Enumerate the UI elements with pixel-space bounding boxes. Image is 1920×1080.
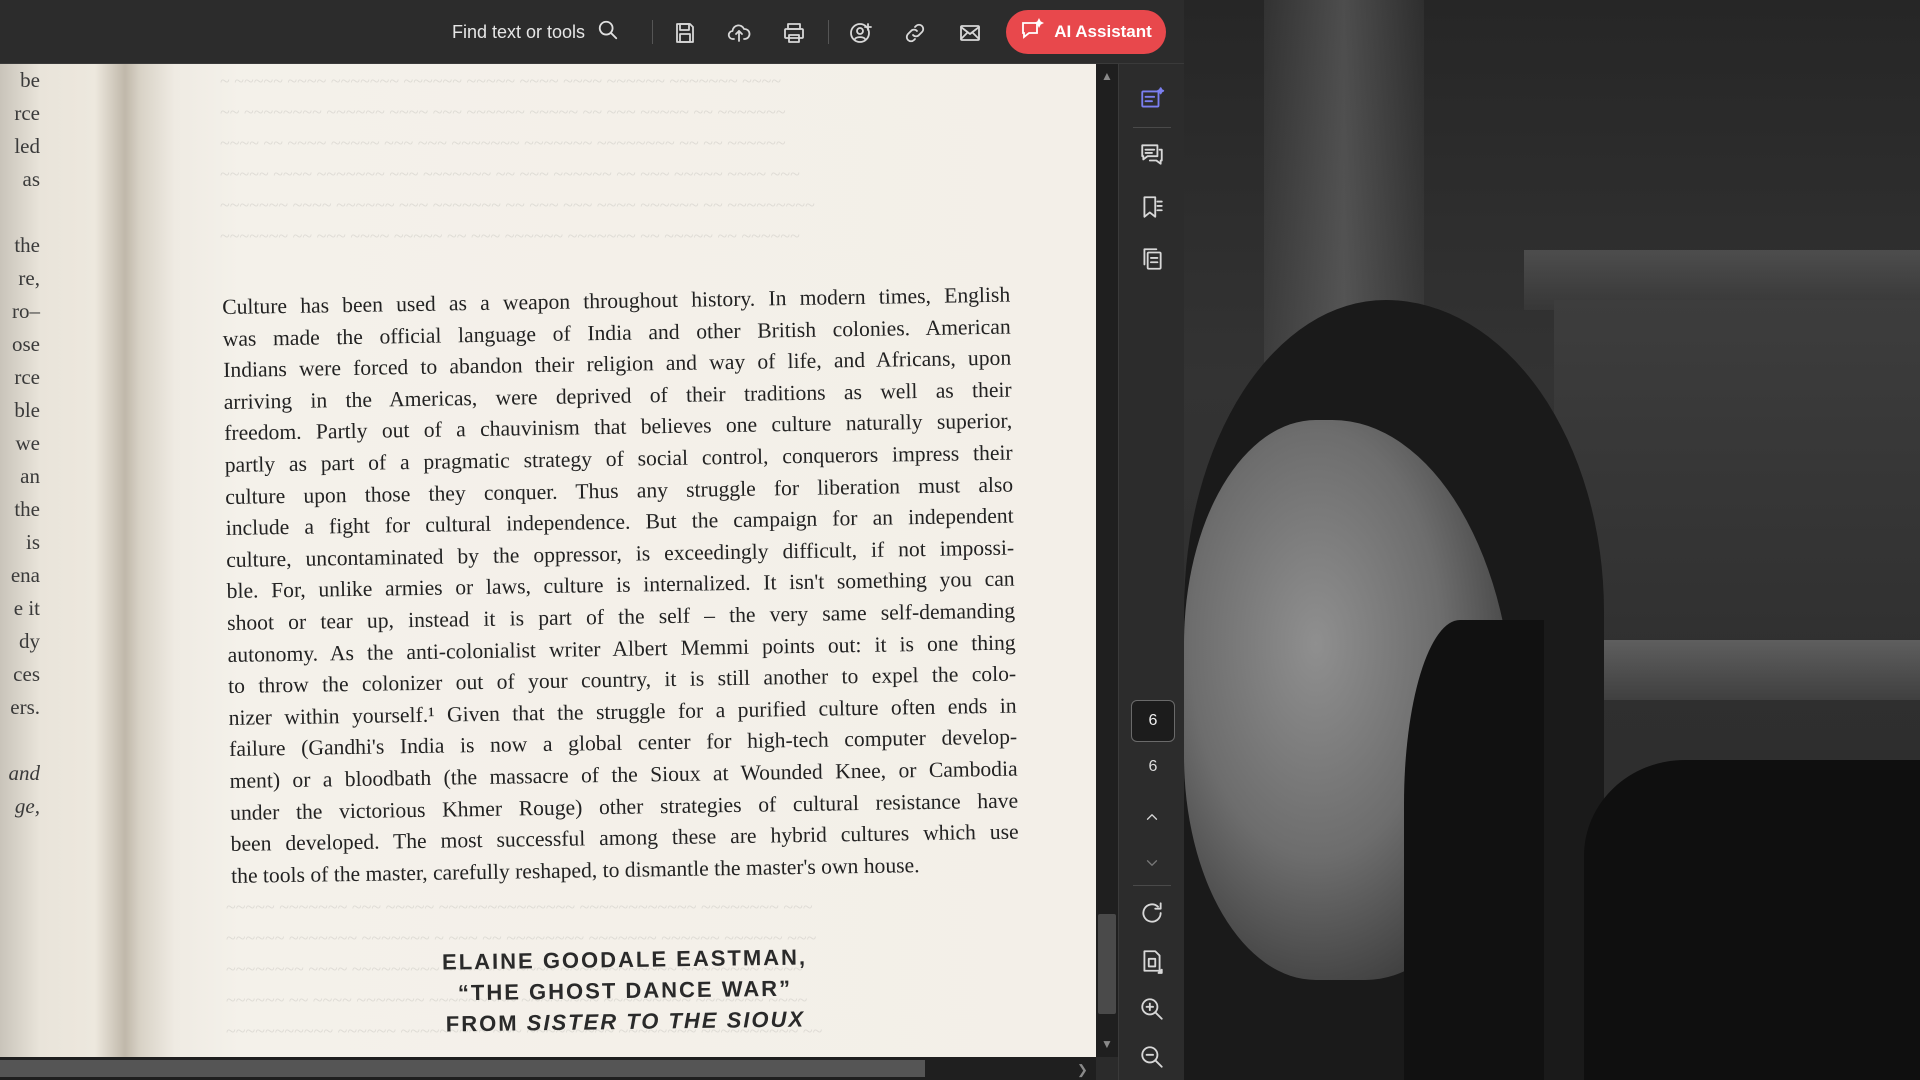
pages-icon[interactable]: [1137, 244, 1167, 274]
wall-cabinet: [1554, 300, 1920, 680]
margin-fragment: ble: [14, 398, 40, 422]
margin-fragment: dy: [19, 629, 40, 653]
webcam-video-feed: [1184, 0, 1920, 1080]
total-pages: 6: [1148, 758, 1158, 775]
mail-icon[interactable]: [955, 18, 985, 48]
body-paragraph: Culture has been used as a weapon throug…: [222, 280, 1019, 893]
margin-fragment: is: [25, 530, 40, 554]
margin-fragment: [0, 196, 40, 229]
sidebar-divider: [1133, 885, 1171, 886]
margin-fragment: ces: [13, 662, 40, 686]
person-shoulder: [1404, 620, 1544, 1080]
print-icon[interactable]: [779, 18, 809, 48]
margin-fragment: be: [20, 68, 40, 92]
margin-fragment: as: [22, 167, 41, 191]
scroll-up-arrow-icon[interactable]: ▲: [1101, 70, 1113, 82]
toolbar-divider: [828, 20, 829, 44]
heading-source-title: SISTER TO THE SIOUX: [526, 1006, 806, 1036]
margin-fragment: e it: [13, 596, 40, 620]
search-icon[interactable]: [597, 19, 619, 46]
toolbar-divider: [652, 20, 653, 44]
ai-assistant-button[interactable]: AI Assistant: [1006, 10, 1166, 54]
left-page-margin-text: be rce led as the re, ro– ose rce ble we an the is ena…: [0, 64, 41, 823]
ai-chat-icon[interactable]: [1137, 84, 1167, 114]
document-page: be rce led as the re, ro– ose rce ble we an the is ena…: [0, 64, 1096, 1057]
comment-icon[interactable]: [1137, 139, 1167, 169]
find-label: Find text or tools: [452, 21, 586, 42]
margin-fragment: rce: [14, 365, 40, 389]
ai-assistant-icon: [1020, 17, 1045, 47]
vertical-scrollbar[interactable]: ▲ ▼: [1096, 64, 1118, 1057]
zoom-in-icon[interactable]: [1137, 994, 1167, 1024]
margin-fragment: an: [20, 464, 40, 488]
horizontal-scrollbar[interactable]: ❯: [0, 1057, 1096, 1080]
margin-fragment: the: [14, 233, 40, 257]
margin-fragment: we: [15, 431, 41, 455]
previous-page-icon[interactable]: [1137, 802, 1167, 832]
page-layout-icon[interactable]: [1137, 946, 1167, 976]
margin-fragment: ers.: [10, 695, 40, 719]
margin-fragment: rce: [14, 101, 40, 125]
find-text-or-tools[interactable]: Find text or tools: [452, 18, 619, 46]
pdf-reader: Find text or tools AI Assistant be rce l…: [0, 0, 1184, 1080]
margin-fragment: ena: [10, 563, 40, 587]
margin-fragment: and: [8, 761, 41, 785]
margin-fragment: the: [14, 497, 40, 521]
zoom-out-icon[interactable]: [1137, 1042, 1167, 1072]
margin-fragment: ro–: [12, 299, 40, 323]
rotate-icon[interactable]: [1137, 898, 1167, 928]
sidebar-divider: [1133, 127, 1171, 128]
current-page-input[interactable]: 6: [1131, 700, 1175, 742]
chair: [1584, 760, 1920, 1080]
horizontal-scroll-thumb[interactable]: [0, 1060, 925, 1077]
bleed-through-text: ~ ~~~~~ ~~~~ ~~~~~~~ ~~~~~~ ~~~~~ ~~~~ ~…: [220, 71, 815, 246]
save-icon[interactable]: [670, 18, 700, 48]
share-user-icon[interactable]: [846, 18, 876, 48]
upload-icon[interactable]: [724, 18, 754, 48]
link-icon[interactable]: [900, 18, 930, 48]
right-sidebar: 6 6: [1118, 64, 1184, 1080]
vertical-scroll-thumb[interactable]: [1098, 914, 1116, 1014]
margin-fragment: ge,: [14, 794, 40, 818]
margin-fragment: led: [14, 134, 40, 158]
scroll-right-arrow-icon[interactable]: ❯: [1077, 1062, 1088, 1078]
margin-fragment: re,: [18, 266, 40, 290]
section-heading: ELAINE GOODALE EASTMAN, “THE GHOST DANCE…: [379, 941, 870, 1041]
margin-fragment: [0, 724, 40, 757]
shelf: [1574, 640, 1920, 700]
margin-fragment: ose: [12, 332, 40, 356]
scroll-down-arrow-icon[interactable]: ▼: [1101, 1038, 1113, 1050]
next-page-icon[interactable]: [1137, 848, 1167, 878]
bookmark-icon[interactable]: [1137, 192, 1167, 222]
ai-assistant-label: AI Assistant: [1054, 22, 1152, 41]
top-toolbar: Find text or tools AI Assistant: [0, 0, 1184, 64]
